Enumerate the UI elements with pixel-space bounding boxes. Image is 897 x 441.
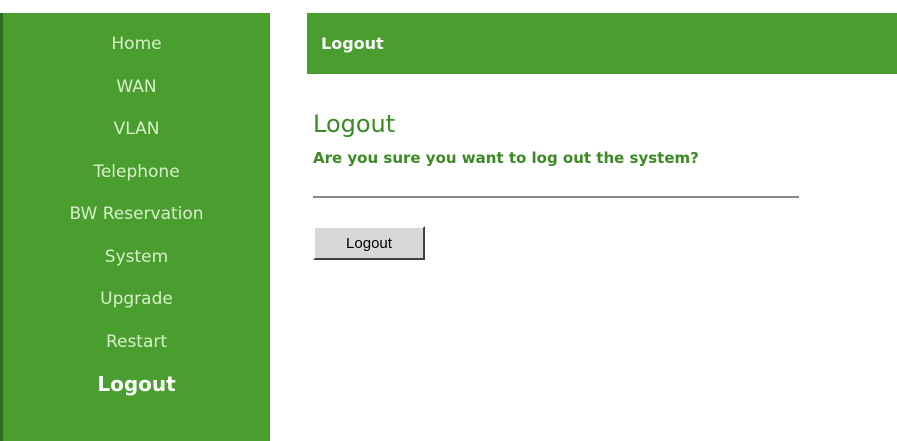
header-title: Logout — [321, 34, 384, 53]
sidebar-nav-list: Home WAN VLAN Telephone BW Reservation S… — [3, 30, 270, 413]
sidebar-item-logout[interactable]: Logout — [3, 370, 270, 413]
divider — [313, 196, 799, 198]
sidebar-item-home[interactable]: Home — [3, 30, 270, 73]
page-title: Logout — [313, 110, 396, 138]
sidebar-item-bw-reservation[interactable]: BW Reservation — [3, 200, 270, 243]
logout-confirm-text: Are you sure you want to log out the sys… — [313, 149, 699, 167]
sidebar-item-vlan[interactable]: VLAN — [3, 115, 270, 158]
sidebar-item-restart[interactable]: Restart — [3, 328, 270, 371]
sidebar-item-upgrade[interactable]: Upgrade — [3, 285, 270, 328]
logout-button[interactable]: Logout — [313, 226, 425, 260]
sidebar-item-wan[interactable]: WAN — [3, 73, 270, 116]
sidebar-item-system[interactable]: System — [3, 243, 270, 286]
header-bar: Logout — [307, 13, 897, 74]
sidebar-item-telephone[interactable]: Telephone — [3, 158, 270, 201]
page: Home WAN VLAN Telephone BW Reservation S… — [0, 0, 897, 441]
sidebar: Home WAN VLAN Telephone BW Reservation S… — [0, 13, 270, 441]
